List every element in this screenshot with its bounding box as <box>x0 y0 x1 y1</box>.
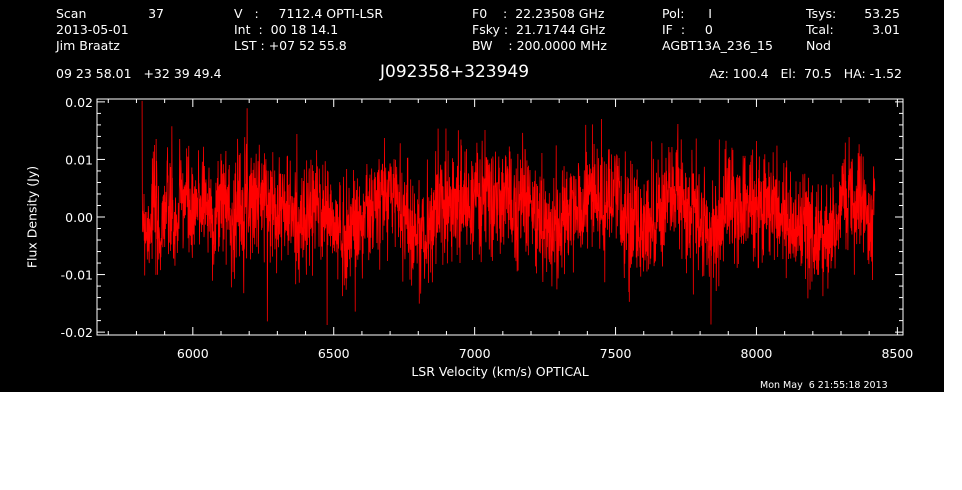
x-axis-title: LSR Velocity (km/s) OPTICAL <box>411 364 589 379</box>
spectrum-page: Scan 37 2013-05-01 Jim Braatz V : 7112.4… <box>0 0 962 490</box>
x-tick-label: 8000 <box>741 346 773 361</box>
y-tick-label: -0.01 <box>61 268 93 283</box>
y-tick-label: 0.00 <box>65 210 93 225</box>
x-tick-label: 7000 <box>459 346 491 361</box>
plot-timestamp: Mon May 6 21:55:18 2013 <box>760 380 888 391</box>
x-tick-label: 6500 <box>318 346 350 361</box>
plot-panel: Scan 37 2013-05-01 Jim Braatz V : 7112.4… <box>0 0 944 392</box>
spectrum-trace <box>141 100 876 326</box>
x-tick-label: 7500 <box>600 346 632 361</box>
y-tick-label: 0.01 <box>65 152 93 167</box>
x-tick-label: 6000 <box>177 346 209 361</box>
x-tick-label: 8500 <box>881 346 913 361</box>
y-tick-label: 0.02 <box>65 95 93 110</box>
spectrum-chart: 6000 6500 7000 7500 8000 8500 -0.02 -0.01 0.00 0.… <box>61 95 914 361</box>
y-tick-label: -0.02 <box>61 325 93 340</box>
y-axis-title: Flux Density (Jy) <box>24 165 40 269</box>
